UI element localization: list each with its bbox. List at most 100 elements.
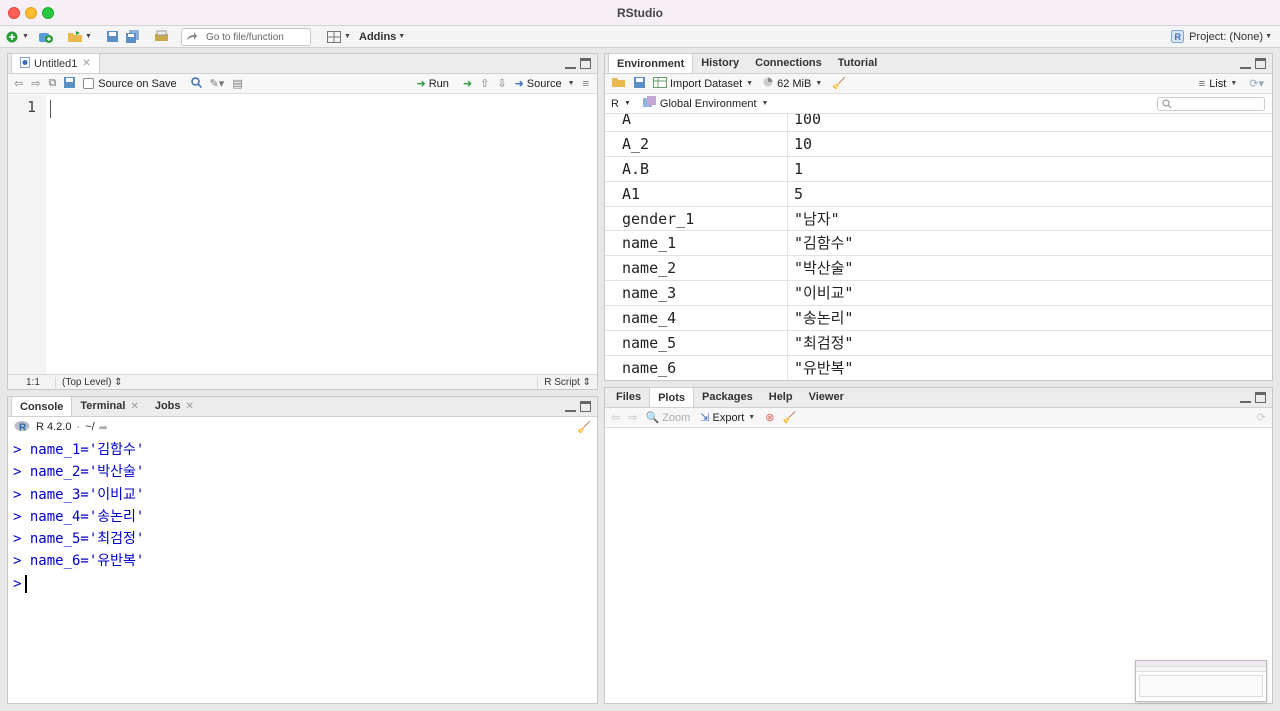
tab-connections[interactable]: Connections	[747, 53, 830, 73]
table-row[interactable]: name_1 "김함수"	[605, 231, 1272, 257]
code-area[interactable]	[46, 95, 597, 374]
table-row[interactable]: A 100	[605, 114, 1272, 132]
variable-name: A	[605, 114, 788, 131]
run-button[interactable]: ➜ Run	[417, 77, 449, 91]
export-button[interactable]: ⇲ Export ▼	[700, 411, 755, 425]
maximize-pane-icon[interactable]	[580, 58, 591, 69]
close-icon[interactable]: ✕	[82, 58, 90, 69]
environment-table: A 100 A_2 10 A.B 1 A1 5 gender_1 "남자" name_1 "…	[605, 114, 1272, 380]
table-row[interactable]: name_2 "박산술"	[605, 256, 1272, 282]
goto-file-input[interactable]: Go to file/function	[181, 28, 311, 46]
magic-wand-icon[interactable]: ✎▾	[210, 77, 225, 90]
minimize-pane-icon[interactable]	[1240, 392, 1251, 403]
maximize-pane-icon[interactable]	[1255, 392, 1266, 403]
save-all-button[interactable]	[125, 28, 141, 46]
table-row[interactable]: name_3 "이비교"	[605, 281, 1272, 307]
import-dataset-button[interactable]: Import Dataset ▼	[653, 76, 753, 91]
file-type-selector[interactable]: R Script ⇕	[537, 376, 597, 388]
addins-menu[interactable]: Addins ▼	[359, 28, 405, 46]
up-arrow-icon[interactable]: ⇧	[480, 77, 489, 90]
tab-packages[interactable]: Packages	[694, 387, 761, 407]
tab-plots[interactable]: Plots	[649, 387, 694, 407]
svg-text:R: R	[19, 422, 27, 432]
refresh-icon[interactable]: ⟳▾	[1249, 77, 1264, 90]
refresh-icon[interactable]: ⟳	[1257, 411, 1266, 424]
tab-jobs[interactable]: Jobs ✕	[147, 396, 202, 416]
save-workspace-icon[interactable]	[634, 76, 645, 91]
table-row[interactable]: A_2 10	[605, 131, 1272, 157]
table-row[interactable]: name_6 "유반복"	[605, 355, 1272, 380]
variable-value: 10	[794, 134, 813, 153]
forward-arrow-icon[interactable]: ⇨	[628, 411, 637, 424]
tab-console[interactable]: Console	[11, 396, 73, 416]
open-file-button[interactable]: ▼	[67, 28, 92, 46]
minimize-pane-icon[interactable]	[565, 401, 576, 412]
back-arrow-icon[interactable]: ⇦	[611, 411, 620, 424]
environment-selector[interactable]: Global Environment ▼	[642, 96, 768, 111]
new-project-button[interactable]	[38, 28, 54, 46]
search-icon[interactable]	[190, 76, 202, 91]
save-icon[interactable]	[64, 76, 76, 91]
console-output[interactable]: > name_1='김함수' > name_2='박산술' > name_3='…	[8, 437, 597, 703]
maximize-pane-icon[interactable]	[1255, 58, 1266, 69]
compile-report-icon[interactable]: ▤	[232, 77, 242, 90]
console-pane: Console Terminal ✕ Jobs ✕ R R 4.2.0 · ~/ ➦…	[7, 396, 598, 704]
print-button[interactable]	[153, 28, 169, 46]
table-row[interactable]: A.B 1	[605, 156, 1272, 182]
console-infobar: R R 4.2.0 · ~/ ➦ 🧹	[8, 417, 597, 437]
cursor-position: 1:1	[8, 376, 56, 388]
list-view-selector[interactable]: ≡ List ▼	[1199, 78, 1237, 90]
table-row[interactable]: A1 5	[605, 181, 1272, 207]
console-input-line[interactable]: >	[13, 573, 592, 595]
grid-icon	[326, 29, 342, 45]
source-on-save-label: Source on Save	[98, 77, 177, 90]
forward-arrow-icon[interactable]: ⇨	[31, 77, 40, 90]
outline-icon[interactable]: ≡	[583, 78, 589, 90]
minimize-pane-icon[interactable]	[565, 58, 576, 69]
close-icon[interactable]: ✕	[130, 401, 138, 412]
load-workspace-icon[interactable]	[611, 76, 626, 91]
language-selector[interactable]: R ▼	[611, 98, 631, 110]
minimize-pane-icon[interactable]	[1240, 58, 1251, 69]
variable-name: name_1	[605, 231, 788, 256]
remove-plot-icon[interactable]: ⊗	[765, 411, 774, 424]
scope-selector[interactable]: (Top Level) ⇕	[56, 377, 123, 388]
back-arrow-icon[interactable]: ⇦	[14, 77, 23, 90]
console-line: > name_6='유반복'	[13, 553, 145, 570]
down-arrow-icon[interactable]: ⇩	[497, 77, 506, 90]
tab-files[interactable]: Files	[608, 387, 649, 407]
close-icon[interactable]: ✕	[186, 401, 194, 412]
table-row[interactable]: name_4 "송논리"	[605, 306, 1272, 332]
memory-usage-button[interactable]: 62 MiB ▼	[763, 77, 822, 90]
tab-environment[interactable]: Environment	[608, 53, 694, 73]
save-button[interactable]	[104, 28, 120, 46]
new-file-button[interactable]: ▼	[4, 28, 29, 46]
editor-tabbar: Untitled1 ✕	[8, 53, 597, 74]
plots-pane-controls	[1240, 392, 1266, 403]
console-line: > name_3='이비교'	[13, 486, 145, 503]
tab-tutorial[interactable]: Tutorial	[830, 53, 886, 73]
broom-icon[interactable]: 🧹	[782, 411, 796, 424]
env-search-input[interactable]	[1157, 97, 1265, 111]
source-on-save-checkbox[interactable]	[83, 78, 95, 89]
goto-dir-icon[interactable]: ➦	[99, 421, 108, 434]
variable-name: name_4	[605, 306, 788, 331]
tab-history[interactable]: History	[693, 53, 747, 73]
project-menu[interactable]: R Project: (None) ▼	[1169, 28, 1272, 46]
show-in-window-icon[interactable]: ⧉	[48, 77, 56, 90]
source-button[interactable]: ➜ Source ▼	[515, 77, 575, 91]
maximize-pane-icon[interactable]	[580, 401, 591, 412]
rerun-icon[interactable]: ➜	[463, 77, 472, 90]
tab-help[interactable]: Help	[761, 387, 801, 407]
table-row[interactable]: name_5 "최검정"	[605, 331, 1272, 356]
broom-icon[interactable]: 🧹	[577, 421, 591, 434]
tab-terminal[interactable]: Terminal ✕	[72, 396, 146, 416]
tab-untitled1[interactable]: Untitled1 ✕	[11, 53, 100, 73]
broom-icon[interactable]: 🧹	[832, 77, 846, 90]
pane-layout-button[interactable]: ▼	[326, 28, 351, 46]
screenshot-thumbnail[interactable]	[1135, 660, 1267, 702]
tab-label: Packages	[701, 391, 753, 403]
table-row[interactable]: gender_1 "남자"	[605, 206, 1272, 232]
tab-viewer[interactable]: Viewer	[801, 387, 852, 407]
zoom-button[interactable]: 🔍 Zoom	[645, 411, 690, 425]
